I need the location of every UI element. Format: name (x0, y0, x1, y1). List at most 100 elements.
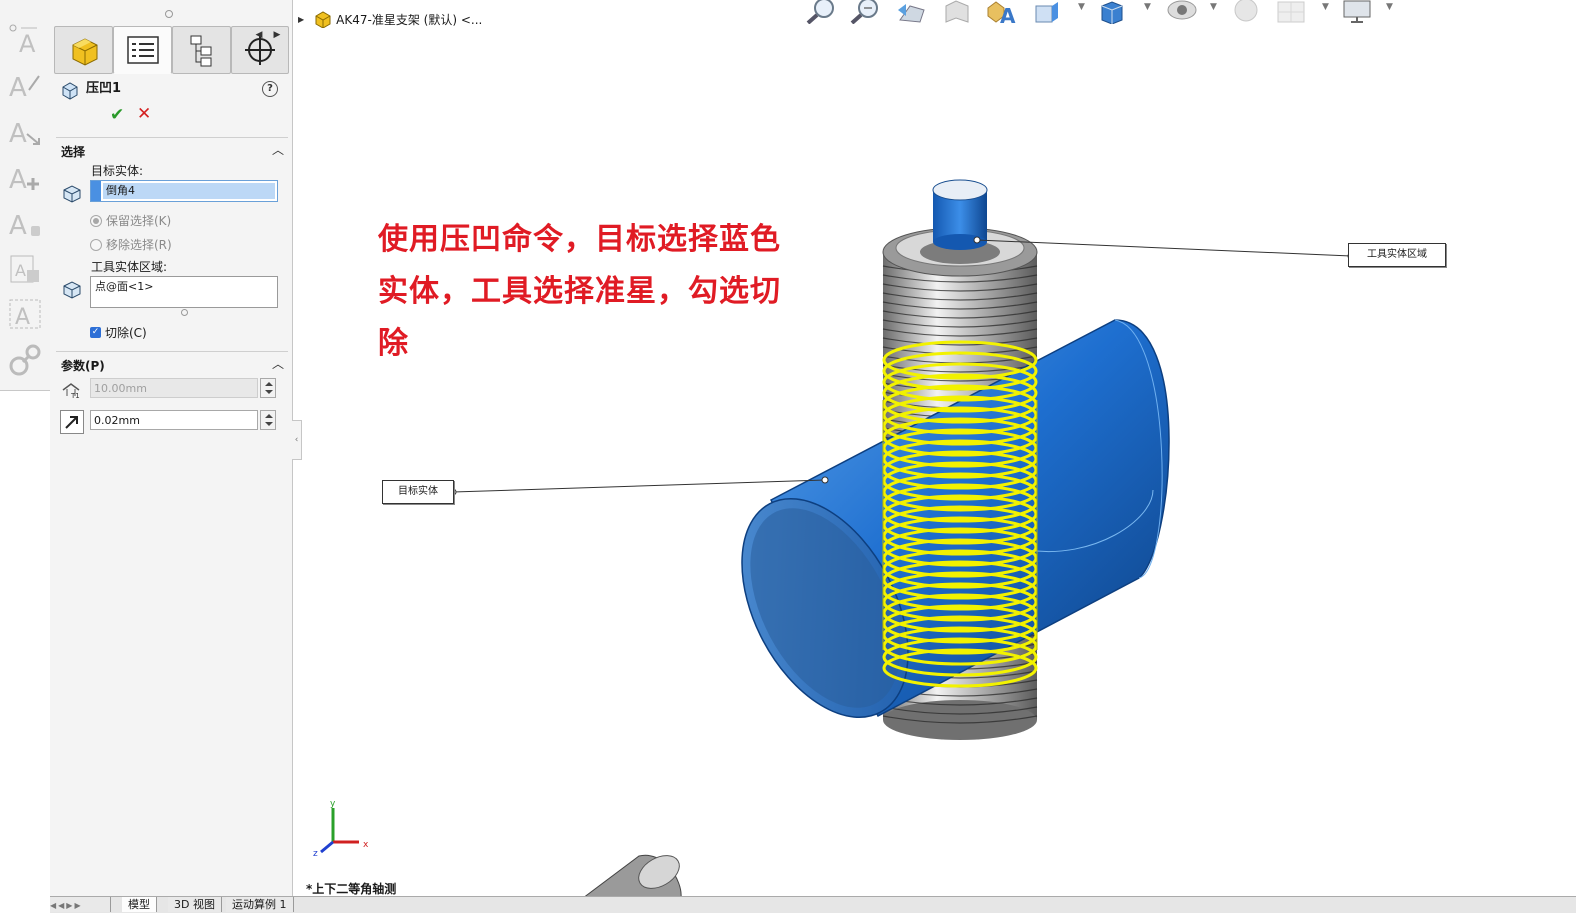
radio-button[interactable] (90, 238, 102, 251)
svg-text:A: A (9, 165, 27, 194)
chevron-up-icon[interactable]: ︿ (272, 141, 284, 158)
svg-text:T1: T1 (70, 392, 80, 400)
help-icon[interactable]: ? (262, 81, 278, 97)
svg-text:A: A (15, 305, 30, 330)
target-body-label: 目标实体: (91, 164, 144, 178)
triad-z-label: z (313, 849, 318, 859)
text-auto-icon[interactable]: A (7, 66, 43, 103)
svg-text:A: A (19, 30, 36, 56)
tree-title: AK47-准星支架 (默认) <... (336, 12, 483, 27)
cut-label: 切除(C) (105, 326, 147, 340)
chevron-down-icon[interactable]: ▼ (1144, 2, 1151, 12)
property-manager-tab[interactable] (113, 26, 172, 74)
tool-region-label: 工具实体区域: (91, 260, 168, 274)
listbox-resize-grip[interactable] (181, 309, 188, 316)
model-canvas[interactable]: y x z (293, 30, 1576, 898)
keep-selection-radio[interactable]: 保留选择(K) (90, 212, 171, 229)
tool-region-listbox[interactable]: 点@面<1> (90, 276, 278, 308)
leader-anchor-dot (821, 476, 829, 484)
svg-text:A: A (9, 119, 27, 148)
triad-x-label: x (363, 840, 369, 850)
dynamic-annotation-icon[interactable]: A (984, 0, 1024, 28)
scroll-left-icon[interactable]: ◀ (250, 26, 268, 44)
part-cube-icon (315, 11, 331, 28)
remove-selection-label: 移除选择(R) (106, 238, 172, 252)
section-view-icon[interactable] (942, 0, 972, 24)
expand-arrow-icon[interactable]: ▶ (298, 15, 304, 24)
feature-tree-flyout[interactable]: ▶ AK47-准星支架 (默认) <... (298, 8, 482, 30)
graphics-viewport[interactable]: y x z (293, 30, 1576, 898)
previous-view-icon[interactable] (894, 0, 930, 24)
panel-resize-grip[interactable] (165, 10, 173, 18)
chevron-down-icon[interactable]: ▼ (1210, 2, 1217, 12)
triad-y-label: y (330, 799, 336, 809)
tool-region-item[interactable]: 点@面<1> (95, 280, 153, 294)
selection-section-header[interactable]: 选择 ︿ (56, 137, 288, 160)
tool-region-callout[interactable]: 工具实体区域 (1348, 243, 1446, 267)
tutorial-annotation: 使用压凹命令，目标选择蓝色 实体，工具选择准星，勾选切 除 (378, 214, 808, 370)
text-frame-icon[interactable]: A (7, 296, 43, 332)
apply-scene-icon[interactable]: ▼ (1274, 0, 1329, 24)
tab-model[interactable]: 模型 (122, 897, 157, 912)
bottom-tab-bar: ◀◀▶▶ 模型 3D 视图 运动算例 1 (50, 896, 1576, 913)
target-body-item[interactable]: 倒角4 (103, 183, 275, 199)
configuration-manager-tab[interactable] (172, 26, 231, 74)
selection-section-title: 选择 (61, 145, 86, 159)
clearance-input[interactable]: 0.02mm (90, 410, 258, 430)
cut-checkbox-row[interactable]: ✓ 切除(C) (90, 324, 147, 341)
feature-title: 压凹1 (86, 81, 122, 96)
tab-3d-view[interactable]: 3D 视图 (168, 897, 222, 912)
tab-motion-study[interactable]: 运动算例 1 (226, 897, 294, 912)
chevron-down-icon[interactable]: ▼ (1078, 2, 1085, 12)
scroll-right-icon[interactable]: ▶ (268, 26, 286, 44)
view-orientation-icon[interactable]: ▼ (1032, 0, 1085, 24)
tab-scroll-arrows: ◀ ▶ (250, 26, 286, 44)
text-plus-icon[interactable]: A (7, 158, 43, 195)
thickness-input[interactable]: 10.00mm (90, 378, 258, 398)
svg-text:A: A (15, 261, 26, 280)
feature-header: 压凹1 ? (60, 80, 282, 100)
target-body-listbox[interactable]: 倒角4 (90, 180, 278, 202)
remove-selection-radio[interactable]: 移除选择(R) (90, 236, 172, 253)
target-body-callout[interactable]: 目标实体 (382, 480, 454, 504)
thickness-icon: T1 (62, 383, 80, 400)
annotation-line: 使用压凹命令，目标选择蓝色 (378, 222, 781, 257)
chevron-up-icon[interactable]: ︿ (272, 355, 284, 372)
svg-text:A: A (9, 211, 27, 240)
text-arrow-icon[interactable]: A (7, 112, 43, 149)
cut-checkbox[interactable]: ✓ (90, 327, 101, 338)
thickness-spinner[interactable] (260, 378, 276, 398)
annotation-toolbar: A A A A A A A (0, 0, 51, 391)
edit-appearance-icon[interactable] (1228, 0, 1264, 24)
feature-manager-tab[interactable] (54, 26, 113, 74)
gear-link-icon[interactable] (7, 342, 43, 378)
parameters-section-header[interactable]: 参数(P) ︿ (56, 351, 288, 374)
chevron-down-icon[interactable]: ▼ (1322, 2, 1329, 12)
tab-nav-arrows[interactable]: ◀◀▶▶ (50, 897, 111, 912)
radio-button[interactable] (90, 214, 102, 227)
view-settings-icon[interactable]: ▼ (1340, 0, 1393, 24)
annotation-line: 实体，工具选择准星，勾选切 (378, 274, 781, 309)
svg-text:A: A (1000, 4, 1016, 24)
property-manager-panel: ◀ ▶ 压凹1 ? ✔ ✕ 选择 ︿ 目标实体: 倒角4 保留选择(K) 移除选… (50, 0, 293, 898)
secondary-part[interactable] (582, 849, 685, 898)
text-lock-icon[interactable]: A (7, 204, 43, 241)
cancel-x-icon[interactable]: ✕ (137, 105, 151, 123)
ok-check-icon[interactable]: ✔ (110, 106, 124, 124)
zoom-to-fit-icon[interactable] (804, 0, 840, 25)
chevron-down-icon[interactable]: ▼ (1386, 2, 1393, 12)
indent-feature-icon (62, 82, 78, 100)
part-cube-icon (72, 38, 97, 66)
configuration-icon (190, 35, 211, 67)
text-stamp-icon[interactable]: A (7, 250, 43, 286)
zoom-to-area-icon[interactable] (848, 0, 884, 25)
clearance-spinner[interactable] (260, 410, 276, 430)
smart-dimension-icon[interactable]: A (7, 20, 43, 58)
annotation-line: 除 (378, 326, 409, 361)
display-style-icon[interactable]: ▼ (1098, 0, 1151, 25)
property-list-icon (126, 36, 159, 64)
leader-anchor-dot (973, 236, 981, 244)
view-orientation-name: *上下二等角轴测 (306, 882, 397, 896)
hide-show-items-icon[interactable]: ▼ (1164, 0, 1217, 24)
tool-region-icon (63, 281, 81, 299)
